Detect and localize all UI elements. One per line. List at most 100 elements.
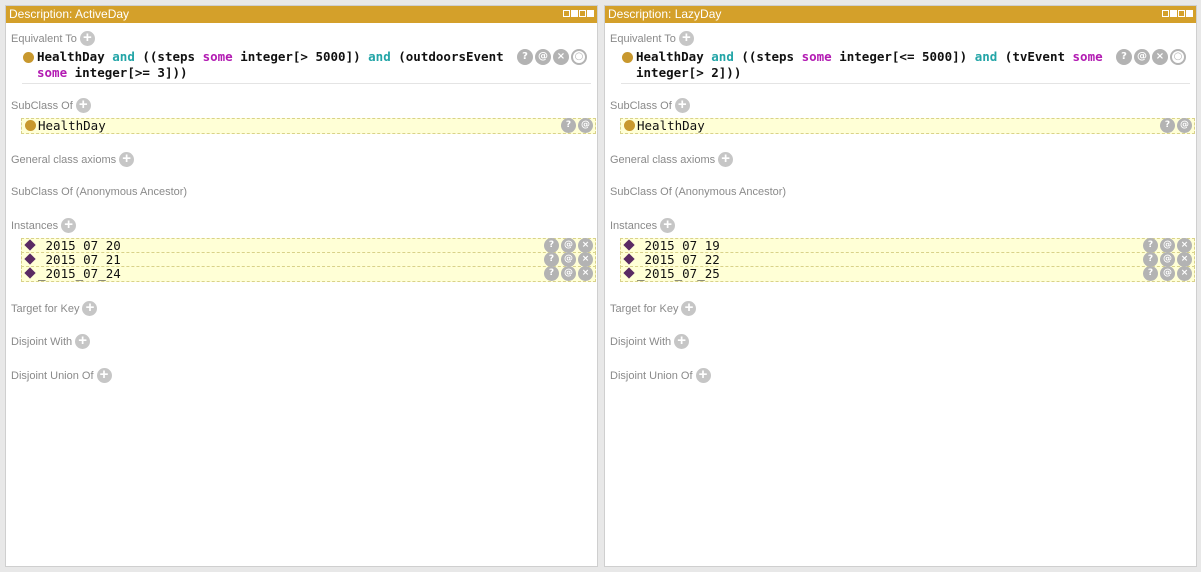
window-close-icon[interactable] bbox=[1186, 10, 1193, 17]
superclass-row[interactable]: HealthDay ? @ bbox=[620, 118, 1195, 134]
add-superclass-button[interactable]: + bbox=[674, 97, 690, 113]
edit-icon[interactable]: ○ bbox=[1170, 49, 1186, 65]
window-maximize-icon[interactable] bbox=[1178, 10, 1185, 17]
expr-keyword: some bbox=[202, 49, 233, 64]
delete-icon[interactable]: × bbox=[578, 266, 593, 281]
expr-keyword: some bbox=[801, 49, 832, 64]
individual-icon bbox=[24, 267, 36, 279]
window-restore-icon[interactable] bbox=[571, 10, 578, 17]
delete-icon[interactable]: × bbox=[1177, 266, 1192, 281]
individual-icon bbox=[623, 239, 635, 251]
delete-icon[interactable]: × bbox=[1177, 252, 1192, 267]
class-icon bbox=[23, 52, 34, 63]
expr-text: ((steps bbox=[134, 49, 203, 64]
annotate-icon[interactable]: @ bbox=[1177, 118, 1192, 133]
section-label: Instances bbox=[11, 219, 59, 232]
window-restore-icon[interactable] bbox=[1170, 10, 1177, 17]
add-general-axiom-button[interactable]: + bbox=[718, 151, 734, 167]
window-controls bbox=[1162, 10, 1193, 17]
window-minimize-icon[interactable] bbox=[563, 10, 570, 17]
annotate-icon[interactable]: @ bbox=[1160, 266, 1175, 281]
instance-row[interactable]: _2015_07_24 ? @ × bbox=[21, 266, 596, 282]
expr-text: HealthDay bbox=[37, 49, 113, 64]
help-icon[interactable]: ? bbox=[1143, 266, 1158, 281]
row-actions: ? @ bbox=[561, 118, 593, 133]
annotate-icon[interactable]: @ bbox=[535, 49, 551, 65]
help-icon[interactable]: ? bbox=[561, 118, 576, 133]
edit-icon[interactable]: ○ bbox=[571, 49, 587, 65]
annotate-icon[interactable]: @ bbox=[561, 252, 576, 267]
help-icon[interactable]: ? bbox=[517, 49, 533, 65]
add-instance-button[interactable]: + bbox=[660, 217, 676, 233]
add-key-button[interactable]: + bbox=[681, 300, 697, 316]
row-actions: ? @ × bbox=[544, 266, 593, 281]
description-panel-activeday: Description: ActiveDay Equivalent To + H… bbox=[5, 5, 598, 567]
annotate-icon[interactable]: @ bbox=[561, 266, 576, 281]
window-controls bbox=[563, 10, 594, 17]
expr-text: integer[> 2])) bbox=[636, 65, 742, 80]
annotate-icon[interactable]: @ bbox=[578, 118, 593, 133]
section-subclass-of: SubClass Of + bbox=[610, 97, 690, 113]
annotate-icon[interactable]: @ bbox=[561, 238, 576, 253]
class-icon bbox=[624, 120, 635, 131]
add-superclass-button[interactable]: + bbox=[75, 97, 91, 113]
individual-icon bbox=[623, 267, 635, 279]
row-actions: ? @ × bbox=[1143, 252, 1192, 267]
window-maximize-icon[interactable] bbox=[579, 10, 586, 17]
section-disjoint-union: Disjoint Union Of + bbox=[11, 367, 112, 383]
section-target-for-key: Target for Key + bbox=[11, 300, 98, 316]
panel-titlebar: Description: LazyDay bbox=[605, 6, 1196, 23]
add-disjoint-button[interactable]: + bbox=[674, 333, 690, 349]
section-label: Target for Key bbox=[11, 302, 80, 315]
add-disjoint-button[interactable]: + bbox=[75, 333, 91, 349]
instance-row[interactable]: _2015_07_25 ? @ × bbox=[620, 266, 1195, 282]
add-general-axiom-button[interactable]: + bbox=[119, 151, 135, 167]
add-disjoint-union-button[interactable]: + bbox=[96, 367, 112, 383]
add-equivalent-button[interactable]: + bbox=[678, 30, 694, 46]
section-label: Disjoint Union Of bbox=[610, 369, 693, 382]
section-label: Instances bbox=[610, 219, 658, 232]
individual-icon bbox=[623, 253, 635, 265]
section-disjoint-union: Disjoint Union Of + bbox=[610, 367, 711, 383]
equivalent-class-expression[interactable]: HealthDay and ((steps some integer[<= 50… bbox=[621, 49, 1190, 84]
help-icon[interactable]: ? bbox=[544, 252, 559, 267]
delete-icon[interactable]: × bbox=[578, 238, 593, 253]
class-icon bbox=[25, 120, 36, 131]
expr-text: integer[> 5000]) bbox=[232, 49, 369, 64]
window-close-icon[interactable] bbox=[587, 10, 594, 17]
expr-text: integer[>= 3])) bbox=[67, 65, 188, 80]
instance-name: _2015_07_24 bbox=[38, 266, 121, 281]
section-label: SubClass Of bbox=[11, 99, 73, 112]
section-label: SubClass Of bbox=[610, 99, 672, 112]
row-actions: ? @ × bbox=[544, 238, 593, 253]
delete-icon[interactable]: × bbox=[1177, 238, 1192, 253]
help-icon[interactable]: ? bbox=[544, 266, 559, 281]
instance-name: _2015_07_20 bbox=[38, 238, 121, 253]
annotate-icon[interactable]: @ bbox=[1160, 252, 1175, 267]
add-disjoint-union-button[interactable]: + bbox=[695, 367, 711, 383]
add-key-button[interactable]: + bbox=[82, 300, 98, 316]
section-equivalent-to: Equivalent To + bbox=[610, 30, 694, 46]
add-instance-button[interactable]: + bbox=[61, 217, 77, 233]
help-icon[interactable]: ? bbox=[1116, 49, 1132, 65]
superclass-row[interactable]: HealthDay ? @ bbox=[21, 118, 596, 134]
equivalent-class-expression[interactable]: HealthDay and ((steps some integer[> 500… bbox=[22, 49, 591, 84]
row-actions: ? @ × bbox=[1143, 238, 1192, 253]
expr-keyword: and bbox=[112, 49, 135, 64]
help-icon[interactable]: ? bbox=[1143, 252, 1158, 267]
delete-icon[interactable]: × bbox=[553, 49, 569, 65]
section-instances: Instances + bbox=[11, 217, 77, 233]
add-equivalent-button[interactable]: + bbox=[79, 30, 95, 46]
annotate-icon[interactable]: @ bbox=[1160, 238, 1175, 253]
individual-icon bbox=[24, 253, 36, 265]
section-disjoint-with: Disjoint With + bbox=[11, 333, 91, 349]
window-minimize-icon[interactable] bbox=[1162, 10, 1169, 17]
expr-keyword: some bbox=[37, 65, 68, 80]
delete-icon[interactable]: × bbox=[578, 252, 593, 267]
help-icon[interactable]: ? bbox=[544, 238, 559, 253]
delete-icon[interactable]: × bbox=[1152, 49, 1168, 65]
help-icon[interactable]: ? bbox=[1160, 118, 1175, 133]
help-icon[interactable]: ? bbox=[1143, 238, 1158, 253]
annotate-icon[interactable]: @ bbox=[1134, 49, 1150, 65]
section-label: Equivalent To bbox=[610, 32, 676, 45]
